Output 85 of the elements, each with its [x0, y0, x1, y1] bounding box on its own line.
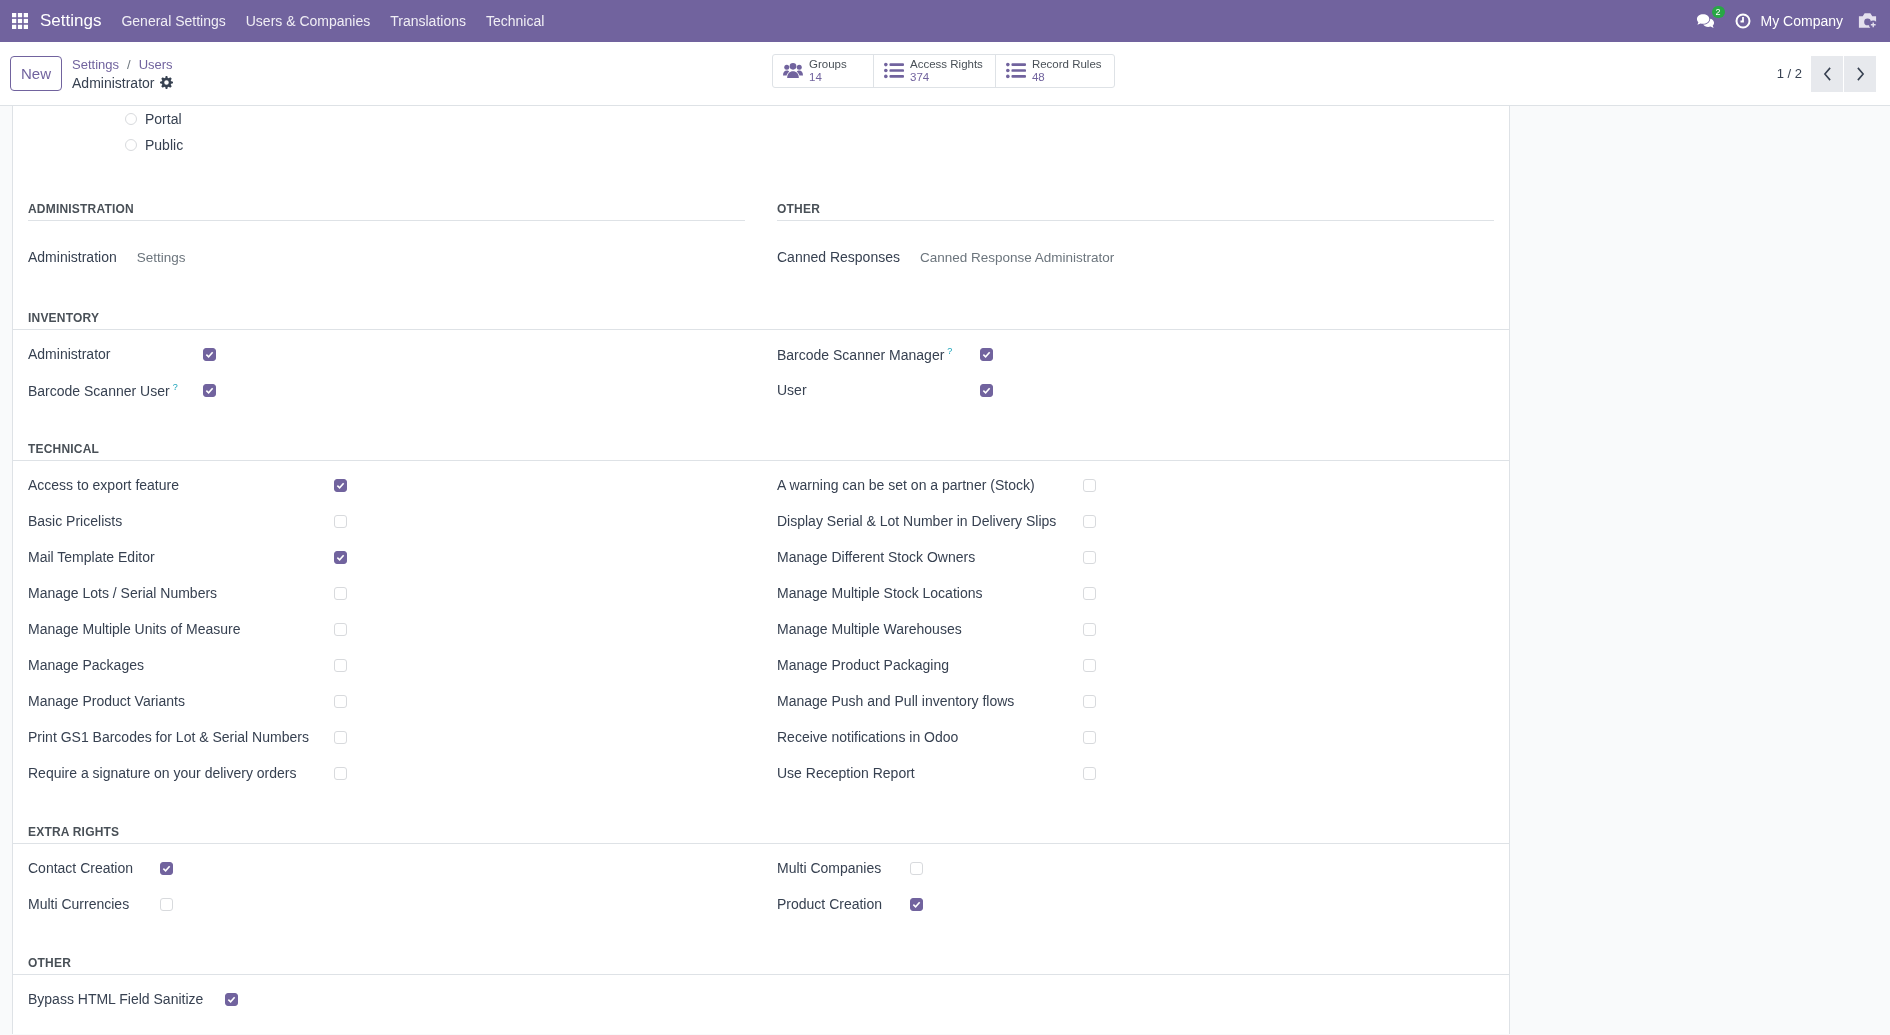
checkbox-label: Manage Multiple Units of Measure: [28, 621, 242, 637]
checkbox-label: Bypass HTML Field Sanitize: [28, 991, 205, 1007]
checkbox-label: Mail Template Editor: [28, 549, 156, 565]
select-field[interactable]: Canned Response Administrator: [920, 249, 1115, 265]
list-icon: [1005, 62, 1026, 79]
checkbox-label: Manage Packages: [28, 657, 145, 673]
menu-item[interactable]: Technical: [476, 13, 555, 29]
checkbox-label: Multi Currencies: [28, 896, 131, 912]
checkbox-label: Require a signature on your delivery orders: [28, 765, 298, 781]
chevron-left-icon: [1822, 66, 1832, 81]
new-button[interactable]: New: [10, 56, 62, 91]
checkbox-label: Manage Different Stock Owners: [777, 549, 977, 565]
checkbox[interactable]: [980, 383, 993, 397]
check-icon: [205, 349, 214, 359]
check-icon: [227, 994, 236, 1004]
checkbox-label: Barcode Scanner Manager $^{?}$: [777, 345, 954, 363]
check-icon: [205, 385, 214, 395]
section-heading: INVENTORY: [13, 311, 1509, 330]
next-button[interactable]: [1844, 55, 1876, 92]
menu-item[interactable]: Translations: [380, 13, 476, 29]
checkbox-label: Manage Multiple Stock Locations: [777, 585, 984, 601]
pager-value: 1 / 2: [1776, 66, 1802, 81]
checkbox[interactable]: [334, 478, 347, 492]
section-heading: TECHNICAL: [13, 442, 1509, 461]
breadcrumb-link[interactable]: Users: [138, 56, 173, 72]
check-icon: [912, 899, 921, 909]
checkbox[interactable]: [225, 992, 238, 1006]
section-heading: ADMINISTRATION: [28, 202, 745, 221]
checkbox-label: Manage Lots / Serial Numbers: [28, 585, 219, 601]
checkbox-label: Manage Product Variants: [28, 693, 186, 709]
checkbox[interactable]: [203, 383, 216, 397]
record-name: Administrator: [72, 74, 155, 91]
chat-icon[interactable]: [1695, 13, 1715, 29]
list-icon: [884, 62, 904, 79]
check-icon: [982, 349, 991, 359]
select-field[interactable]: Settings: [136, 249, 186, 265]
checkbox-label: A warning can be set on a partner (Stock): [777, 477, 1036, 493]
stat-button[interactable]: Record Rules 48: [995, 54, 1114, 87]
field-label: Administration: [28, 249, 117, 265]
checkbox[interactable]: [160, 861, 173, 875]
stat-button[interactable]: Groups 14: [773, 54, 874, 87]
checkbox-label: Multi Companies: [777, 860, 883, 876]
app-title[interactable]: Settings: [40, 11, 102, 31]
users-icon: [783, 62, 803, 79]
breadcrumb-link[interactable]: Settings: [72, 56, 119, 72]
checkbox[interactable]: [910, 897, 923, 911]
check-icon: [982, 385, 991, 395]
menu-item[interactable]: Users & Companies: [235, 13, 381, 29]
previous-button[interactable]: [1811, 55, 1843, 92]
check-icon: [336, 480, 345, 490]
camera-icon[interactable]: [1857, 12, 1878, 30]
gear-icon[interactable]: [160, 76, 174, 89]
apps-menu-icon[interactable]: [12, 13, 28, 29]
check-icon: [336, 552, 345, 562]
checkbox-label: Use Reception Report: [777, 765, 916, 781]
breadcrumb-separator: /: [127, 56, 131, 72]
chevron-right-icon: [1855, 66, 1865, 81]
menu-item[interactable]: General Settings: [111, 13, 236, 29]
section-heading: OTHER: [13, 956, 1509, 975]
checkbox-label: Print GS1 Barcodes for Lot & Serial Numbers: [28, 729, 310, 745]
checkbox[interactable]: [334, 550, 347, 564]
section-heading: OTHER: [777, 202, 1494, 221]
section-heading: EXTRA RIGHTS: [13, 825, 1509, 844]
checkbox-label: Contact Creation: [28, 860, 135, 876]
checkbox-label: User: [777, 382, 808, 398]
checkbox-label: Administrator: [28, 346, 112, 362]
checkbox[interactable]: [980, 347, 993, 361]
message-count-badge: 2: [1711, 6, 1725, 18]
clock-icon[interactable]: [1734, 13, 1751, 29]
checkbox-label: Receive notifications in Odoo: [777, 729, 960, 745]
field-label: Canned Responses: [777, 249, 900, 265]
checkbox-label: Barcode Scanner User $^{?}$: [28, 381, 179, 399]
radio-label: Public: [145, 137, 184, 153]
checkbox-label: Product Creation: [777, 896, 884, 912]
checkbox-label: Manage Multiple Warehouses: [777, 621, 963, 637]
checkbox-label: Manage Product Packaging: [777, 657, 950, 673]
checkbox-label: Basic Pricelists: [28, 513, 124, 529]
stat-button[interactable]: Access Rights 374: [874, 54, 996, 87]
check-icon: [162, 863, 171, 873]
radio-label: Portal: [145, 111, 182, 127]
checkbox-label: Display Serial & Lot Number in Delivery Slips: [777, 513, 1058, 529]
checkbox[interactable]: [203, 347, 216, 361]
checkbox-label: Manage Push and Pull inventory flows: [777, 693, 1016, 709]
checkbox-label: Access to export feature: [28, 477, 180, 493]
company-switcher[interactable]: My Company: [1760, 13, 1843, 29]
